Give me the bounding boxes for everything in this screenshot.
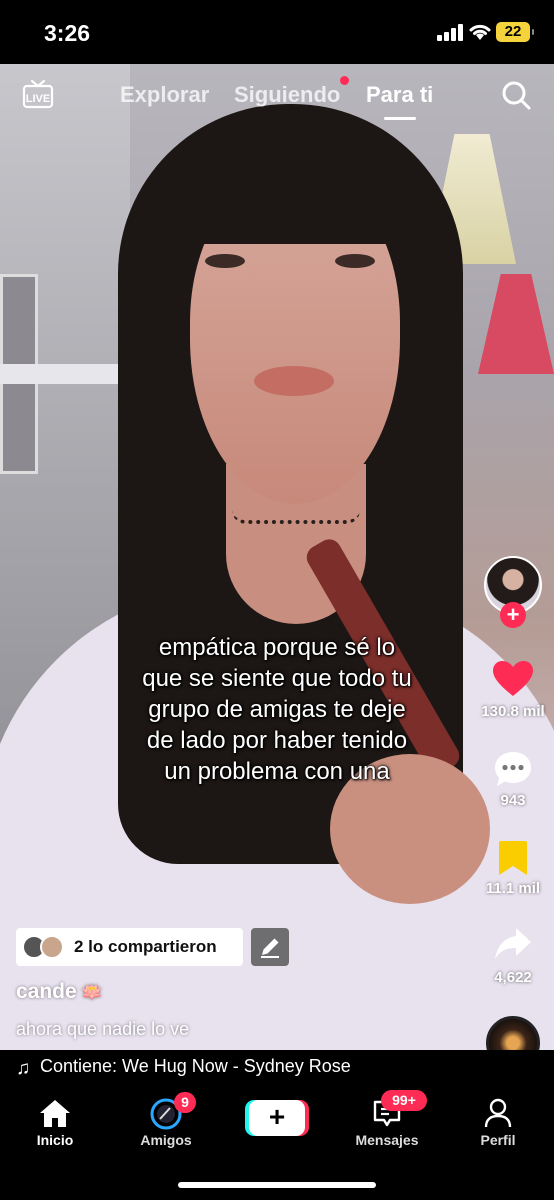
tab-label: Inicio [36, 1132, 74, 1148]
music-note-icon: ♫ [16, 1058, 31, 1079]
tab-label: Perfil [480, 1132, 516, 1148]
like-count: 130.8 mil [481, 703, 545, 720]
friends-badge: 9 [174, 1092, 196, 1113]
caption-line: un problema con una [164, 758, 390, 785]
signal-icon [437, 24, 463, 41]
tab-label: Mensajes [355, 1132, 419, 1148]
username-text: cande [16, 980, 77, 1003]
music-bar[interactable]: ♫ Contiene: We Hug Now - Sydney Rose [0, 1050, 554, 1088]
wifi-icon [469, 24, 491, 40]
video-description[interactable]: ahora que nadie lo ve [16, 1019, 189, 1040]
bookmark-icon[interactable] [498, 840, 528, 876]
follow-button[interactable]: + [500, 602, 526, 628]
active-tab-indicator [384, 117, 416, 120]
shared-by-text: 2 lo compartieron [74, 937, 217, 956]
caption-line: empática porque sé lo [158, 634, 396, 661]
caption-line: que se siente que todo tu [142, 665, 412, 692]
messages-badge: 99+ [381, 1090, 427, 1111]
save-count: 11.1 mil [485, 880, 541, 897]
heart-icon[interactable] [492, 660, 534, 698]
edit-button[interactable] [251, 928, 289, 966]
share-icon[interactable] [494, 926, 532, 962]
music-title: Contiene: We Hug Now - Sydney Rose [40, 1056, 351, 1076]
status-time: 3:26 [44, 20, 91, 46]
home-indicator [178, 1182, 376, 1188]
comment-icon[interactable] [493, 750, 533, 788]
profile-icon [484, 1098, 512, 1128]
tab-inicio[interactable]: Inicio [5, 1088, 105, 1158]
friend-avatar [40, 935, 64, 959]
battery-icon: 22 [496, 22, 534, 42]
status-bar: 3:26 22 [0, 0, 554, 64]
caption-line: de lado por haber tenido [146, 727, 408, 754]
pencil-icon [261, 938, 279, 958]
video-caption: empática porque sé lo que se siente que … [60, 632, 494, 787]
tab-label: Amigos [140, 1132, 192, 1148]
creator-username[interactable]: cande 🪷 [16, 980, 103, 1004]
search-icon[interactable] [500, 79, 532, 111]
lotus-emoji: 🪷 [80, 982, 104, 1002]
tab-siguiendo[interactable]: Siguiendo [234, 82, 340, 108]
create-button[interactable]: + [249, 1100, 305, 1136]
live-icon[interactable]: LIVE [22, 78, 54, 110]
share-count: 4,622 [494, 969, 532, 986]
caption-line: grupo de amigas te deje [148, 696, 406, 723]
svg-text:LIVE: LIVE [26, 93, 50, 105]
new-content-dot [340, 76, 349, 85]
tab-amigos[interactable]: 9 Amigos [116, 1088, 216, 1158]
tab-para-ti[interactable]: Para ti [366, 82, 433, 108]
tab-explorar[interactable]: Explorar [120, 82, 209, 108]
tab-perfil[interactable]: Perfil [448, 1088, 548, 1158]
comment-count: 943 [500, 792, 526, 809]
home-icon [40, 1100, 70, 1127]
tab-mensajes[interactable]: 99+ Mensajes [337, 1088, 437, 1158]
shared-by-pill[interactable]: 2 lo compartieron [16, 928, 243, 966]
